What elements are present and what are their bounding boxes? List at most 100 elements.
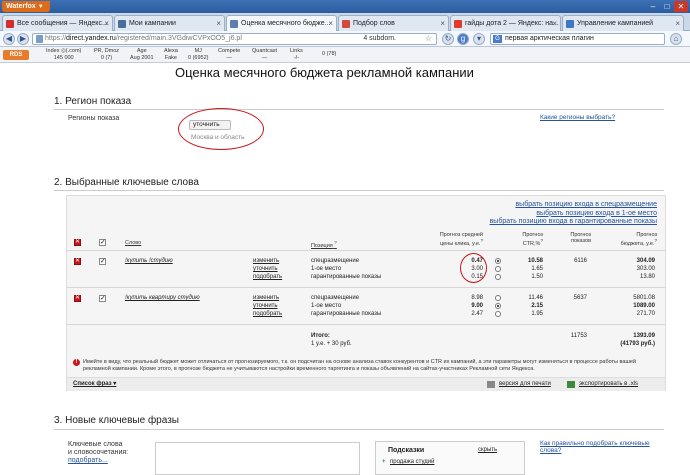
rds-cell-misc[interactable]: 0 (78) [322,51,336,58]
plus-icon: + [382,459,386,465]
price-value: 2.47 [471,311,483,317]
tab-3[interactable]: Подбор слов × [338,15,449,31]
keywords-label-1: Ключевые слова [68,441,123,448]
rds-logo[interactable]: RDS [3,50,29,60]
delete-row-icon[interactable]: ✕ [74,258,81,265]
rds-cell-alexa[interactable]: Alexa Fake [164,48,178,62]
print-version-link[interactable]: версия для печати [499,381,551,388]
ctr-value: 1.95 [531,311,543,317]
tab-1[interactable]: Мои кампании × [114,15,225,31]
yandex-favicon-icon [454,20,462,28]
red-annotation-circle [460,253,487,283]
rds-cell-compete[interactable]: Compete — [218,48,240,62]
search-value: первая арктическая плагин [505,35,594,42]
new-keywords-textarea[interactable] [155,442,360,475]
row-checkbox[interactable]: ✓ [99,258,106,265]
budget-value: 271.70 [636,311,655,317]
header-ctr: Прогноз CTR,%? [522,232,543,247]
rds-toolbar: RDS Index ◎(.com) 145 000 PR, Dmoz 0 (7) A… [0,47,690,63]
google-icon[interactable]: g [457,33,469,45]
header-price: Прогноз средней цены клика, у.е.? [439,232,483,247]
close-tab-icon[interactable]: × [328,16,333,31]
tab-label: Подбор слов [353,20,395,27]
close-window-button[interactable]: ✕ [674,1,688,12]
home-icon[interactable]: ⌂ [670,33,682,45]
hide-hints-link[interactable]: скрыть [478,447,497,454]
refine-link[interactable]: уточнить [253,266,278,273]
phrase-link[interactable]: !купить квартиру студию [125,295,200,302]
tab-0[interactable]: Все сообщения — Яндекс... × [2,15,113,31]
rds-cell-mj[interactable]: MJ 0 (6952) [188,48,209,62]
hint-item[interactable]: продажа студий [390,459,434,466]
close-tab-icon[interactable]: × [216,16,221,31]
back-icon[interactable]: ◀ [3,33,15,45]
divider [54,109,664,110]
tab-2-active[interactable]: Оценка месячного бюдже... × [226,15,337,32]
search-engine-icon: G [493,35,502,43]
budget-value: 1089.00 [633,303,655,309]
position-radio[interactable] [495,295,501,301]
rds-cell-links[interactable]: Links -/- [290,48,303,62]
select-special-link[interactable]: выбрать позицию входа в спецразмещение [490,201,657,210]
rds-cell-index[interactable]: Index ◎(.com) 145 000 [46,48,81,62]
tab-label: Управление кампанией [577,20,654,27]
edit-link[interactable]: изменить [253,295,279,302]
position-radio[interactable] [495,266,501,272]
position-radio[interactable] [495,274,501,280]
pick-link[interactable]: подобрать [253,311,282,318]
delete-all-icon[interactable]: ✕ [74,239,81,246]
position-radio[interactable] [495,303,501,309]
how-to-pick-link[interactable]: Как правильно подобрать ключевые слова? [540,440,650,454]
dropdown-icon[interactable]: ▾ [473,33,485,45]
reload-icon[interactable]: ↻ [442,33,454,45]
close-tab-icon[interactable]: × [675,16,680,31]
tab-4[interactable]: гайды дота 2 — Яндекс: на... × [450,15,561,31]
rds-cell-quantcast[interactable]: Quantcast — [252,48,277,62]
phrase-link[interactable]: !купить !студию [125,258,173,265]
tab-label: Мои кампании [129,20,176,27]
phrase-list-link[interactable]: Список фраз ▾ [73,381,116,388]
shows-value: 6116 [574,258,587,264]
url-bar[interactable]: https://direct.yandex.ru/registered/main… [32,33,437,45]
select-all-checkbox[interactable]: ✓ [99,239,106,246]
delete-row-icon[interactable]: ✕ [74,295,81,302]
budget-value: 304.09 [636,258,655,264]
row-checkbox[interactable]: ✓ [99,295,106,302]
position-guaranteed: гарантированные показы [311,274,382,280]
close-tab-icon[interactable]: × [440,16,445,31]
pick-words-link[interactable]: подобрать... [68,457,108,464]
edit-link[interactable]: изменить [253,258,279,265]
divider [54,429,664,430]
navigation-bar: ◀ ▶ https://direct.yandex.ru/registered/… [0,31,690,47]
which-regions-link[interactable]: Какие регионы выбрать? [540,114,615,121]
total-budget: 1393.09 [633,333,655,339]
select-first-place-link[interactable]: выбрать позицию входа в 1-ое место [490,210,657,219]
position-first: 1-ое место [311,303,342,309]
subdomains-counter[interactable]: 4 subdom. [363,34,396,44]
close-tab-icon[interactable]: × [104,16,109,31]
pick-link[interactable]: подобрать [253,274,282,281]
app-name: Waterfox [6,3,36,10]
header-position[interactable]: Позиция ? [311,240,337,249]
maximize-button[interactable]: □ [660,1,674,12]
section-keywords-title: 2. Выбранные ключевые слова [54,177,199,188]
header-word[interactable]: Слово [125,240,141,246]
close-tab-icon[interactable]: × [552,16,557,31]
rds-cell-age[interactable]: Age Aug 2001 [130,48,154,62]
bookmark-star-icon[interactable]: ☆ [425,34,432,44]
refine-link[interactable]: уточнить [253,303,278,310]
budget-value: 5801.08 [633,295,655,301]
position-radio[interactable] [495,311,501,317]
position-radio[interactable] [495,258,501,264]
tab-label: гайды дота 2 — Яндекс: на... [465,20,559,27]
tab-5[interactable]: Управление кампанией × [562,15,684,31]
rds-cell-pr[interactable]: PR, Dmoz 0 (7) [94,48,119,62]
search-input[interactable]: Gпервая арктическая плагин [490,33,665,45]
app-menu-button[interactable]: Waterfox ▼ [2,1,50,12]
ctr-value: 1.65 [531,266,543,272]
select-guaranteed-link[interactable]: выбрать позицию входа в гарантированные … [490,218,657,227]
export-xls-link[interactable]: экспортировать в .xls [579,381,638,388]
total-budget-rub: (41793 руб.) [620,341,655,347]
minimize-button[interactable]: – [646,1,660,12]
forward-icon[interactable]: ▶ [17,33,29,45]
